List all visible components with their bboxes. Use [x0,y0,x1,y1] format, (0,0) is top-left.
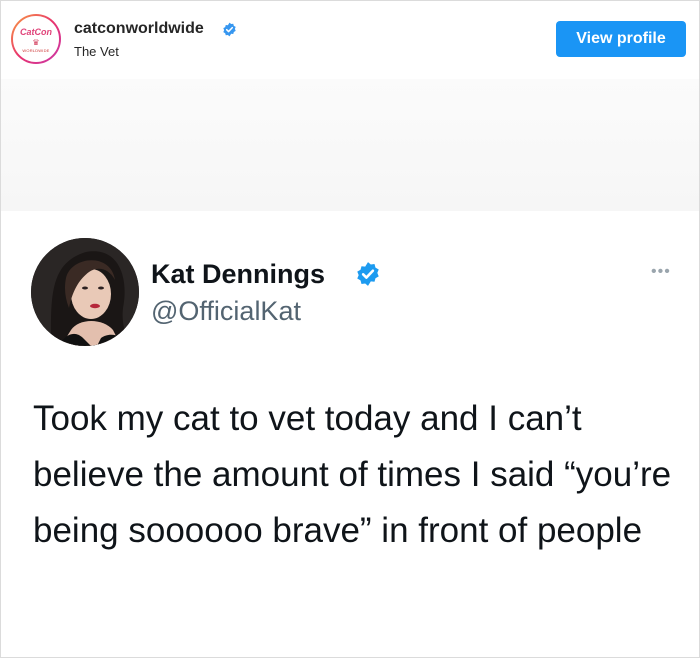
crown-icon: ♛ [32,38,40,47]
tweet-text: Took my cat to vet today and I can’t bel… [33,399,672,550]
verified-badge-icon [223,22,236,37]
portrait-icon [31,238,139,346]
post-frame: CatCon ♛ WORLDWIDE catconworldwide The V… [0,0,700,658]
avatar-logo-subtext: WORLDWIDE [22,48,50,53]
post-location[interactable]: The Vet [74,44,119,59]
avatar-logo-icon: CatCon ♛ WORLDWIDE [13,16,59,62]
verified-badge-icon [357,262,379,286]
tweet-avatar [31,238,139,346]
tweet-display-name[interactable]: Kat Dennings [151,259,325,290]
post-username[interactable]: catconworldwide [74,20,204,38]
post-image-top [1,79,699,211]
tweet-handle[interactable]: @OfficialKat [151,296,301,327]
post-header: CatCon ♛ WORLDWIDE catconworldwide The V… [1,1,699,79]
view-profile-button[interactable]: View profile [556,21,686,57]
avatar-logo-text: CatCon [20,27,52,37]
more-dots-icon[interactable]: ••• [651,263,671,281]
profile-avatar[interactable]: CatCon ♛ WORLDWIDE [11,14,61,64]
tweet-card: Kat Dennings @OfficialKat ••• Took my ca… [1,211,699,657]
